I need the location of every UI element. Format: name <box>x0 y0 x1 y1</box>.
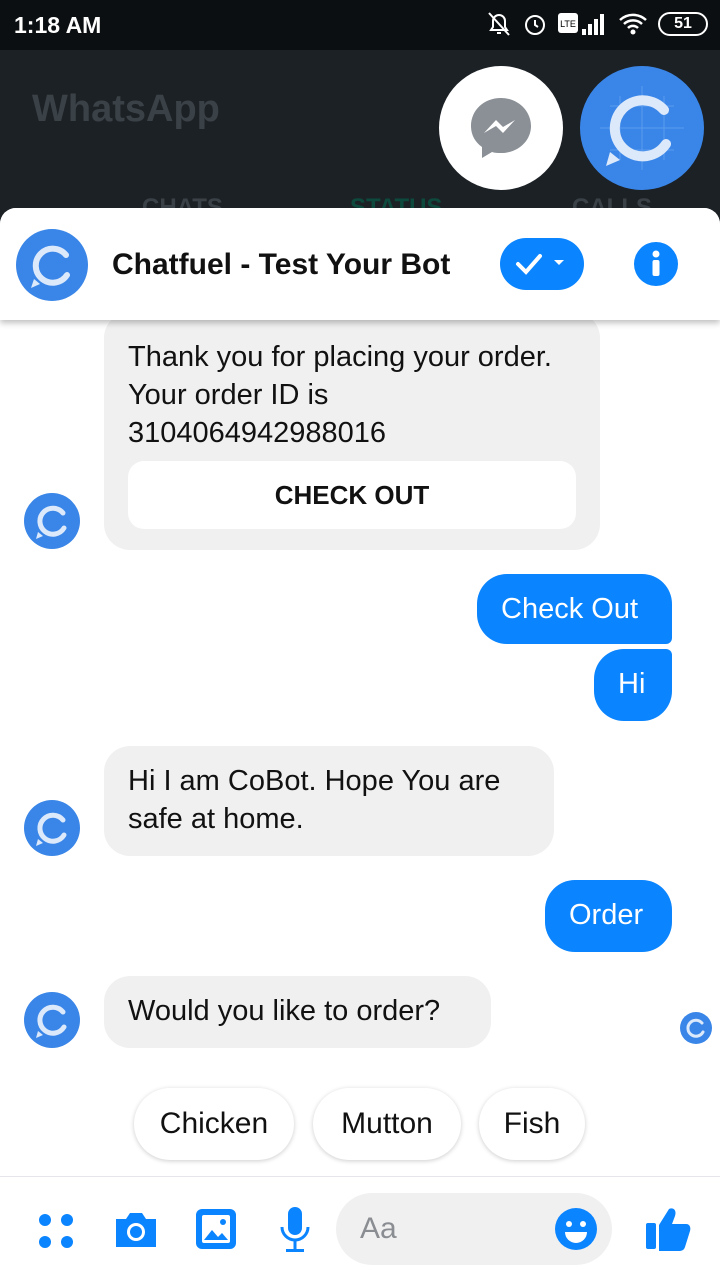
status-time: 1:18 AM <box>14 12 102 38</box>
message-input[interactable] <box>360 1209 540 1249</box>
message-input-wrapper <box>336 1193 612 1265</box>
quick-reply-fish[interactable]: Fish <box>479 1088 585 1160</box>
mute-icon <box>488 12 510 36</box>
status-icons: LTE 51 <box>486 10 708 38</box>
messenger-icon <box>471 98 531 158</box>
info-button[interactable] <box>634 242 678 286</box>
user-message: Order <box>545 880 672 952</box>
svg-text:LTE: LTE <box>560 19 576 29</box>
bot-message: Would you like to order? <box>104 976 491 1048</box>
subscribe-toggle-button[interactable] <box>500 238 584 290</box>
chatfuel-chat-head[interactable] <box>580 66 704 190</box>
checkout-button[interactable]: CHECK OUT <box>128 461 576 529</box>
user-message: Hi <box>594 649 672 721</box>
bot-avatar-small <box>24 800 80 856</box>
user-message: Check Out <box>477 574 672 644</box>
emoji-icon[interactable] <box>554 1207 598 1251</box>
message-composer <box>0 1176 720 1280</box>
alarm-icon <box>525 15 545 35</box>
battery-indicator: 51 <box>658 12 708 36</box>
info-icon <box>652 250 660 276</box>
messenger-chat-head[interactable] <box>439 66 563 190</box>
background-app-title: WhatsApp <box>32 88 220 130</box>
quick-reply-chicken[interactable]: Chicken <box>134 1088 294 1160</box>
wifi-icon <box>619 13 647 35</box>
chat-header: Chatfuel - Test Your Bot <box>0 208 720 320</box>
chat-window: Chatfuel - Test Your Bot Thank you for p… <box>0 208 720 1280</box>
gallery-icon[interactable] <box>194 1207 238 1251</box>
status-bar: 1:18 AM LTE 51 <box>0 0 720 50</box>
chat-title: Chatfuel - Test Your Bot <box>112 248 451 281</box>
camera-icon[interactable] <box>112 1207 160 1251</box>
message-text: Thank you for placing your order. Your o… <box>128 341 552 449</box>
bot-message: Hi I am CoBot. Hope You are safe at home… <box>104 746 554 856</box>
bot-message: Thank you for placing your order. Your o… <box>104 312 600 550</box>
bot-avatar[interactable] <box>16 229 88 301</box>
quick-reply-mutton[interactable]: Mutton <box>313 1088 461 1160</box>
seen-indicator-avatar <box>680 1012 712 1044</box>
bot-avatar-small <box>24 493 80 549</box>
chatfuel-logo-icon <box>580 66 704 190</box>
checkmark-dropdown-icon <box>516 254 564 275</box>
menu-dots-icon[interactable] <box>36 1211 76 1251</box>
microphone-icon[interactable] <box>278 1205 312 1255</box>
signal-icon: LTE <box>558 13 604 35</box>
bot-avatar-small <box>24 992 80 1048</box>
thumbs-up-icon[interactable] <box>644 1203 692 1253</box>
